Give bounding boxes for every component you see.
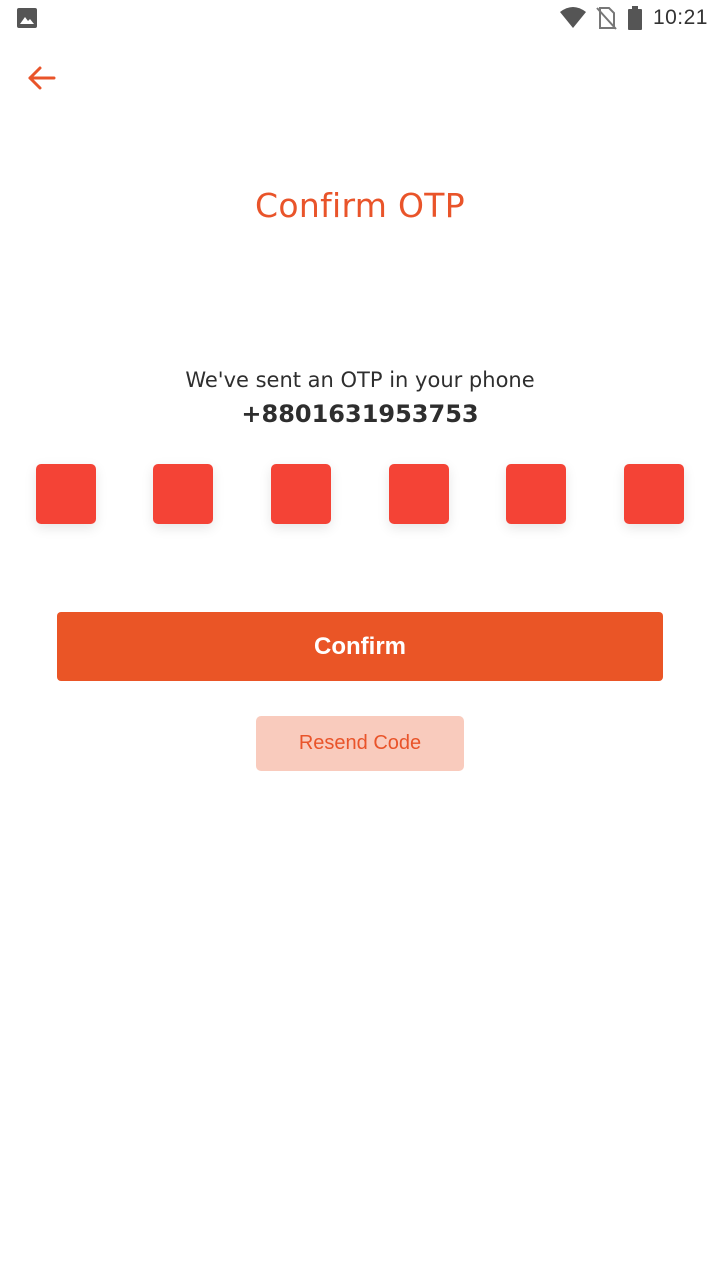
status-bar: 10:21: [0, 0, 720, 36]
confirm-button[interactable]: Confirm: [57, 612, 663, 681]
otp-input-row: [36, 464, 684, 524]
phone-number: +8801631953753: [241, 400, 479, 428]
resend-code-label: Resend Code: [298, 732, 422, 754]
resend-code-button[interactable]: Resend Code: [256, 716, 464, 771]
page-title: Confirm OTP: [255, 186, 465, 225]
status-icons: 10:21: [559, 5, 708, 31]
otp-digit-4[interactable]: [389, 464, 449, 524]
otp-digit-3[interactable]: [271, 464, 331, 524]
otp-digit-1[interactable]: [36, 464, 96, 524]
otp-screen: 10:21 Confirm OTP We've sent an OTP in y…: [0, 0, 720, 1280]
back-button[interactable]: [26, 62, 58, 94]
confirm-button-label: Confirm: [314, 632, 406, 660]
no-sim-icon: [596, 7, 617, 30]
otp-digit-6[interactable]: [624, 464, 684, 524]
status-time: 10:21: [652, 6, 708, 29]
otp-info-text: We've sent an OTP in your phone: [185, 368, 535, 392]
otp-digit-5[interactable]: [506, 464, 566, 524]
otp-digit-2[interactable]: [153, 464, 213, 524]
wifi-icon: [559, 7, 586, 28]
image-notification-icon: [17, 8, 37, 28]
battery-icon: [627, 6, 642, 30]
arrow-left-icon: [28, 66, 56, 90]
